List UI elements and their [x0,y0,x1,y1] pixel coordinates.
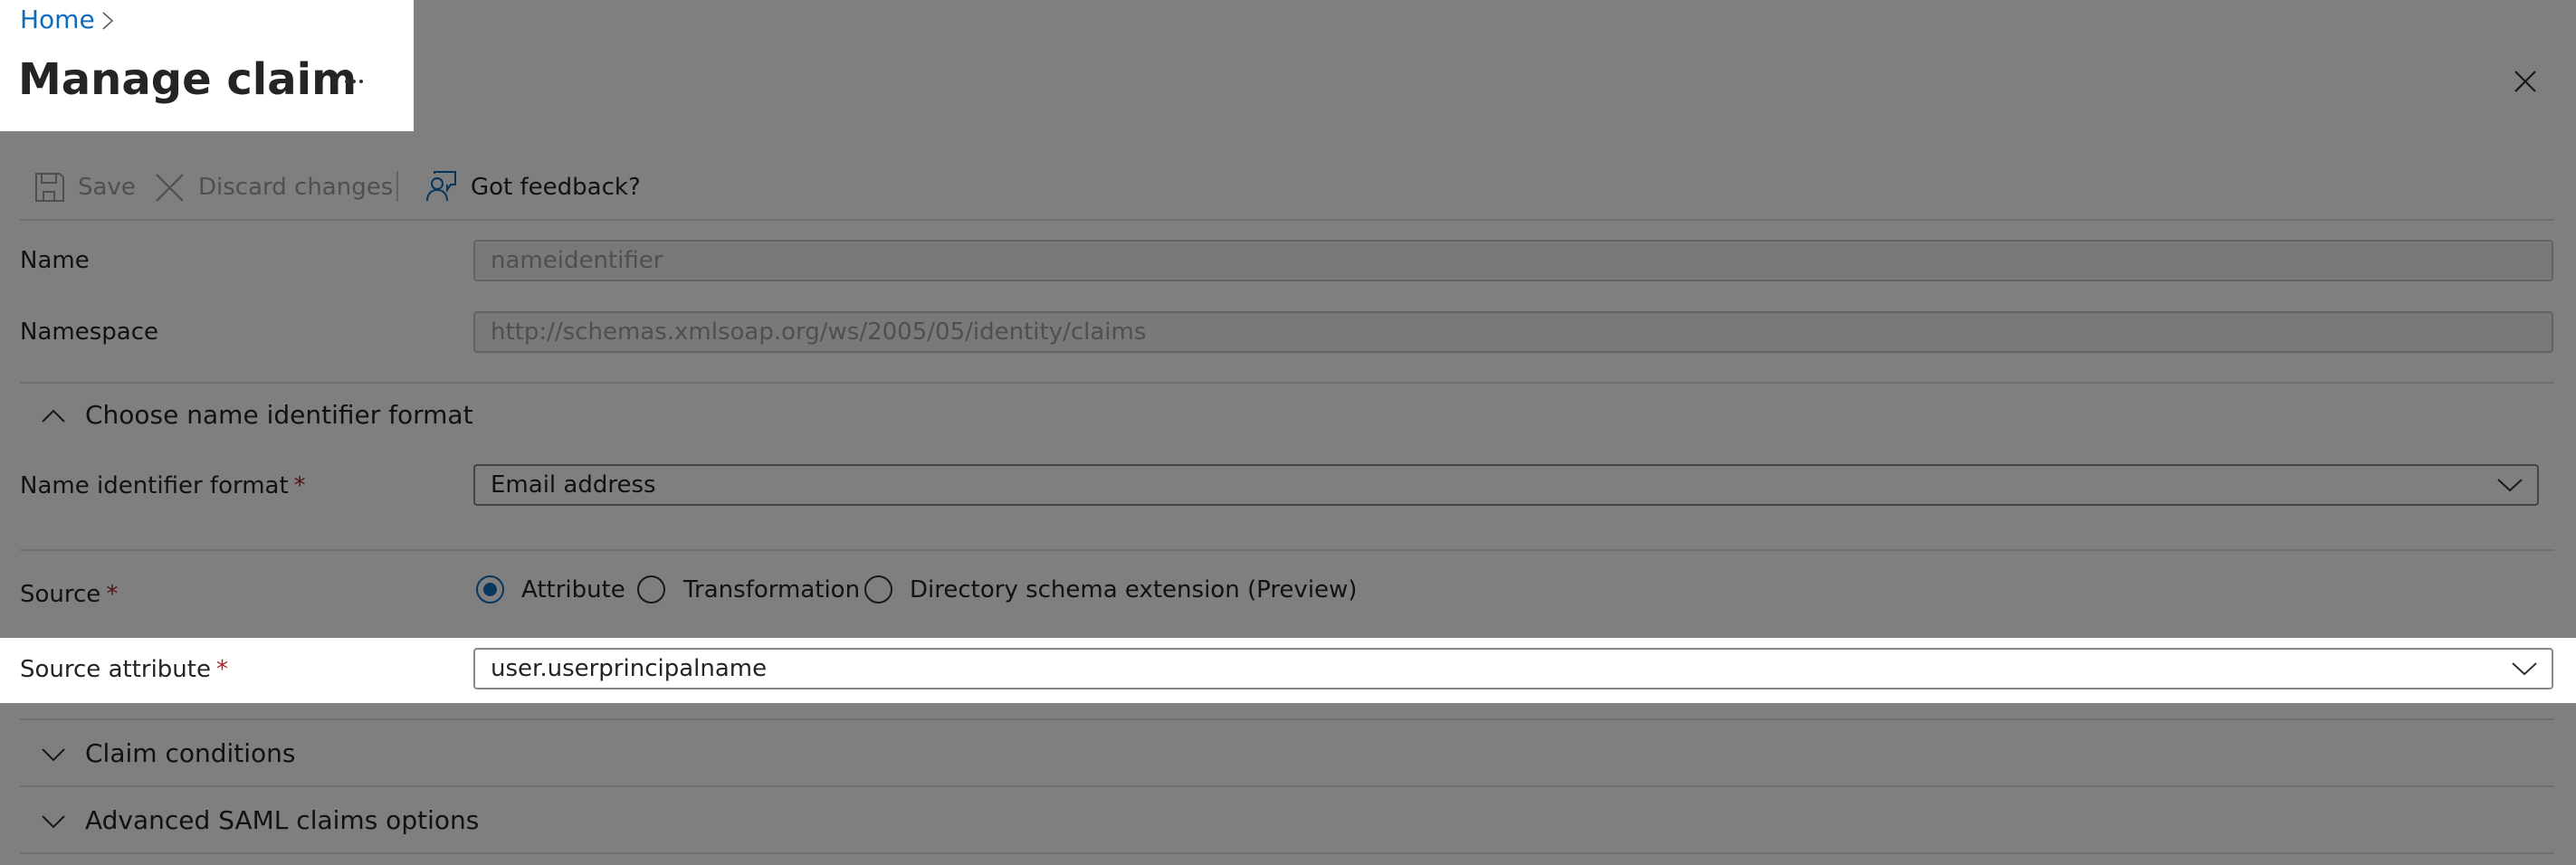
discard-icon [156,174,184,202]
header-highlight: Home Manage claim [0,0,414,131]
close-button[interactable] [2509,65,2542,98]
radio-transformation[interactable] [637,575,665,604]
radio-directory-schema-extension[interactable] [864,575,892,604]
feedback-icon [426,171,456,202]
radio-transformation-label: Transformation [683,576,861,604]
chevron-right-icon [102,12,113,30]
toolbar-divider [20,219,2554,221]
section-divider [20,549,2554,551]
claim-conditions-section-toggle[interactable]: Claim conditions [20,735,563,775]
source-attribute-label-text: Source attribute [20,656,211,683]
chevron-up-icon [42,409,65,423]
chevron-down-icon [2512,662,2537,676]
name-label: Name [20,247,90,274]
section-divider [20,785,2554,787]
required-asterisk: * [215,656,228,683]
source-attribute-dropdown[interactable]: user.userprincipalname [473,648,2553,689]
source-option-directory-schema-extension[interactable]: Directory schema extension (Preview) [863,574,1357,606]
name-input[interactable]: nameidentifier [473,240,2553,281]
advanced-saml-section-toggle[interactable]: Advanced SAML claims options [20,802,654,841]
source-attribute-highlight: Source attribute * user.userprincipalname [0,638,2576,703]
advanced-saml-title: Advanced SAML claims options [85,805,480,835]
name-identifier-section-title: Choose name identifier format [85,400,473,430]
name-identifier-format-value: Email address [491,471,656,499]
section-divider [20,718,2554,720]
namespace-label: Namespace [20,318,158,346]
discard-label: Discard changes [198,174,394,201]
name-identifier-section-toggle[interactable]: Choose name identifier format [20,396,563,436]
chevron-down-icon [42,815,65,829]
save-button[interactable]: Save [33,170,136,204]
radio-attribute-label: Attribute [521,576,625,604]
chevron-down-icon [2497,479,2523,492]
save-label: Save [78,174,136,201]
save-icon [35,173,64,202]
claim-conditions-title: Claim conditions [85,738,296,768]
feedback-button[interactable]: Got feedback? [424,170,641,204]
namespace-input[interactable]: http://schemas.xmlsoap.org/ws/2005/05/id… [473,311,2553,353]
discard-changes-button[interactable]: Discard changes [152,170,393,204]
source-option-attribute[interactable]: Attribute [474,574,625,606]
feedback-label: Got feedback? [471,174,641,201]
toolbar-separator [396,171,398,202]
radio-attribute[interactable] [476,575,504,604]
source-attribute-label: Source attribute * [20,656,228,683]
section-divider [20,382,2554,384]
source-label-text: Source [20,581,101,608]
source-option-transformation[interactable]: Transformation [635,574,860,606]
radio-directory-schema-extension-label: Directory schema extension (Preview) [910,576,1358,604]
close-icon [2514,71,2536,92]
name-identifier-format-label: Name identifier format * [20,472,306,499]
required-asterisk: * [106,581,119,608]
required-asterisk: * [293,472,306,499]
name-identifier-format-label-text: Name identifier format [20,472,289,499]
chevron-down-icon [42,748,65,762]
breadcrumb-home-link[interactable]: Home [20,5,95,35]
more-options-button[interactable] [337,69,369,94]
section-divider [20,852,2554,854]
page-title: Manage claim [18,54,358,105]
source-label: Source * [20,581,118,608]
source-attribute-value: user.userprincipalname [491,655,768,682]
more-icon [345,80,363,83]
name-identifier-format-dropdown[interactable]: Email address [473,464,2539,506]
